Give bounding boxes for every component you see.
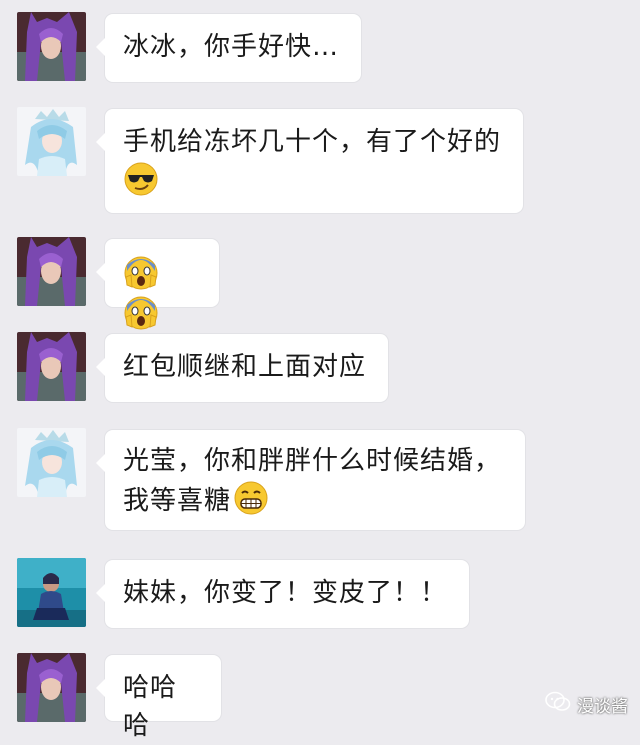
watermark: 漫谈酱 <box>545 691 628 718</box>
message-bubble[interactable]: 哈哈哈 <box>96 655 221 741</box>
watermark-text: 漫谈酱 <box>577 697 628 717</box>
message-bubble[interactable] <box>96 239 219 330</box>
message-text-line2: 我等喜糖 <box>123 486 232 516</box>
scream-emoji <box>123 295 159 331</box>
message-bubble[interactable]: 妹妹，你变了！变皮了！！ <box>96 560 469 628</box>
purple-hair-avatar[interactable] <box>17 332 86 401</box>
message-text: 冰冰，你手好快… <box>123 32 340 62</box>
purple-hair-avatar[interactable] <box>17 653 86 722</box>
sunglasses-emoji <box>123 161 159 197</box>
ice-hair-avatar[interactable] <box>17 428 86 497</box>
grimace-emoji <box>233 480 269 516</box>
message-text: 光莹，你和胖胖什么时候结婚， <box>123 446 502 476</box>
ice-hair-avatar[interactable] <box>17 107 86 176</box>
water-scene-avatar[interactable] <box>17 558 86 627</box>
purple-hair-avatar[interactable] <box>17 237 86 306</box>
message-text: 哈哈哈 <box>123 673 178 741</box>
purple-hair-avatar[interactable] <box>17 12 86 81</box>
wechat-icon <box>545 691 571 718</box>
message-bubble[interactable]: 手机给冻坏几十个，有了个好的 <box>96 109 523 213</box>
message-bubble[interactable]: 光莹，你和胖胖什么时候结婚， 我等喜糖 <box>96 430 525 530</box>
message-text: 手机给冻坏几十个，有了个好的 <box>123 127 502 157</box>
message-text: 红包顺继和上面对应 <box>123 352 367 382</box>
scream-emoji <box>123 255 159 291</box>
message-bubble[interactable]: 冰冰，你手好快… <box>96 14 361 82</box>
message-bubble[interactable]: 红包顺继和上面对应 <box>96 334 388 402</box>
message-text: 妹妹，你变了！变皮了！！ <box>123 578 448 608</box>
